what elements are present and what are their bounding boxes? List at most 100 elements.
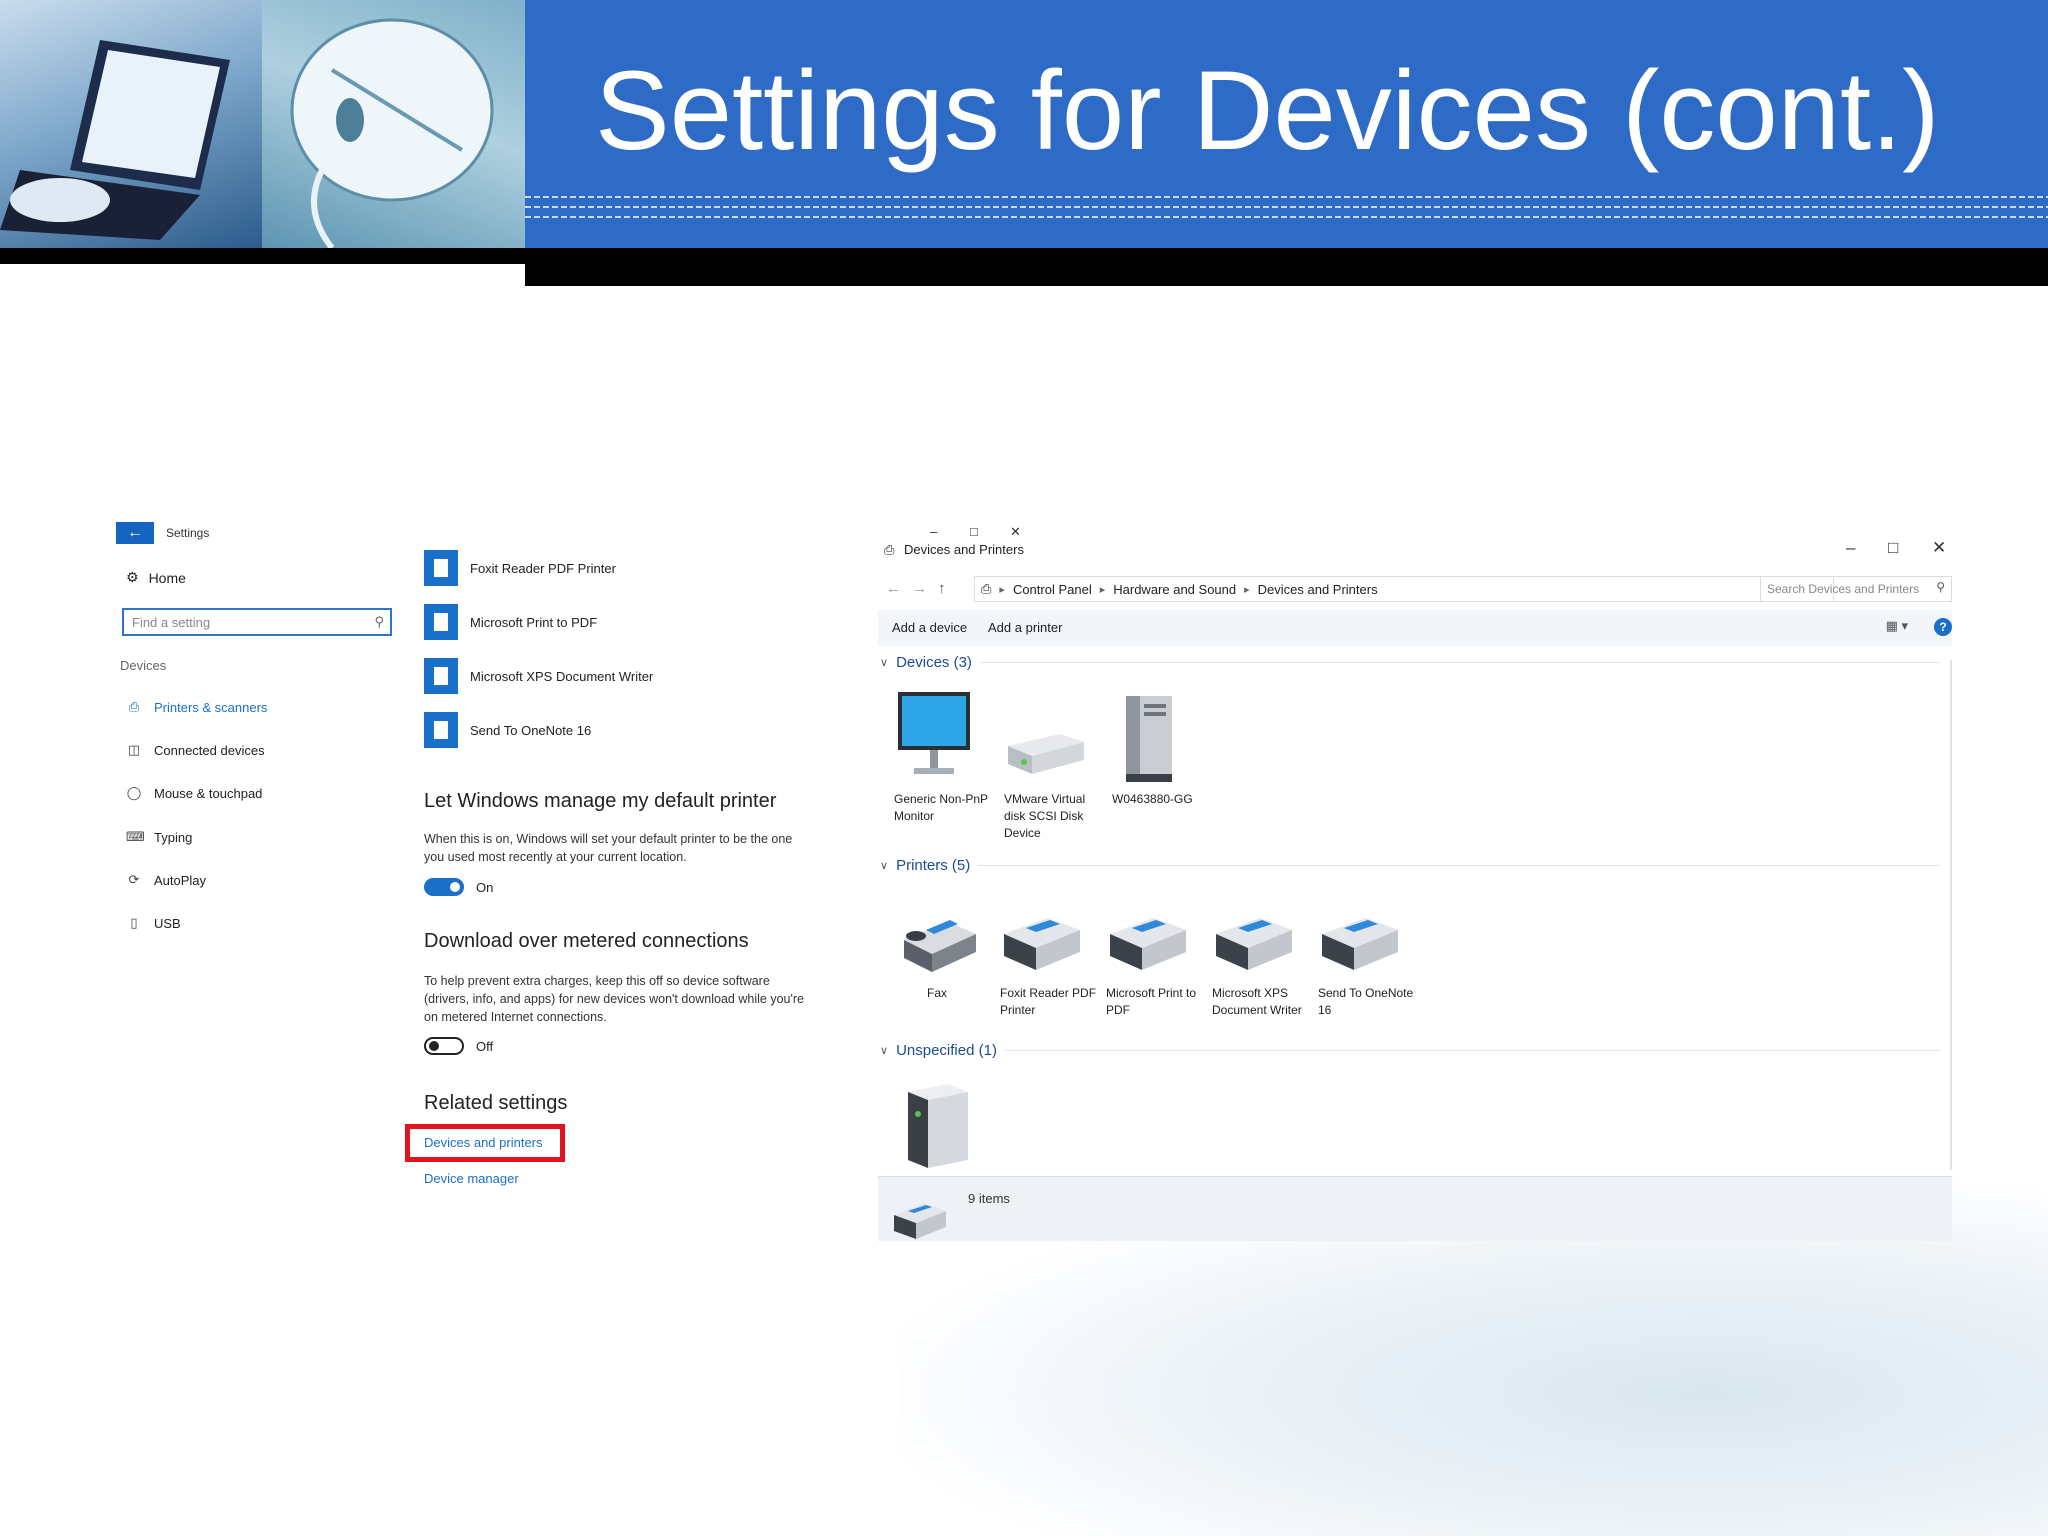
settings-app-title: Settings [166, 526, 210, 540]
devices-printers-icon: ⎙ [884, 542, 895, 557]
printer-item[interactable]: Microsoft Print to PDF [1106, 900, 1206, 1019]
search-icon: ⚲ [1936, 580, 1945, 594]
control-panel-icon: ⎙ [981, 581, 992, 596]
breadcrumb-separator-icon: ▸ [1099, 583, 1106, 596]
printer-icon [1004, 918, 1080, 970]
computer-tower-icon [1126, 696, 1172, 782]
up-arrow-icon[interactable]: ↑ [938, 580, 946, 597]
nav-item-usb[interactable]: ▯ USB [126, 915, 181, 931]
toggle-switch[interactable] [424, 878, 464, 896]
related-settings-heading: Related settings [424, 1092, 568, 1114]
printer-icon [1216, 918, 1292, 970]
slide-title: Settings for Devices (cont.) [595, 48, 1940, 173]
printer-label: Foxit Reader PDF Printer [1000, 986, 1097, 1017]
printer-icon [1110, 918, 1186, 970]
maximize-icon[interactable]: □ [970, 524, 978, 539]
minimize-icon[interactable]: – [930, 524, 937, 539]
printer-item[interactable]: Foxit Reader PDF Printer [424, 550, 616, 586]
disk-drive-icon [1008, 734, 1084, 774]
document-icon [424, 604, 458, 640]
metered-heading: Download over metered connections [424, 930, 749, 952]
settings-search-input[interactable]: Find a setting ⚲ [122, 608, 392, 636]
breadcrumb-item[interactable]: Devices and Printers [1258, 582, 1378, 597]
nav-item-mouse-touchpad[interactable]: ◯ Mouse & touchpad [126, 785, 263, 801]
toggle-switch[interactable] [424, 1037, 464, 1055]
item-count: 9 items [968, 1191, 1010, 1206]
metered-toggle[interactable]: Off [424, 1037, 493, 1055]
nav-item-label: USB [154, 915, 181, 931]
back-arrow-icon[interactable]: ← [886, 580, 901, 597]
toggle-label: Off [476, 1038, 494, 1054]
back-button[interactable]: ← [116, 522, 154, 544]
chevron-down-icon: ∨ [880, 657, 889, 669]
laptop-photo [0, 0, 262, 248]
close-icon[interactable]: ✕ [1932, 538, 1946, 558]
group-title: Devices (3) [896, 654, 972, 671]
settings-window: ← Settings ⚙ Home Find a setting ⚲ Devic… [108, 512, 828, 1232]
printer-label: Microsoft Print to PDF [1106, 986, 1197, 1017]
device-item[interactable]: VMware Virtual disk SCSI Disk Device [1004, 690, 1104, 842]
nav-item-printers-scanners[interactable]: ⎙ Printers & scanners [126, 699, 268, 715]
gear-icon: ⚙ [126, 569, 139, 585]
printer-label: Send To OneNote 16 [1318, 986, 1414, 1017]
unspecified-item[interactable] [898, 1080, 998, 1177]
group-title: Unspecified (1) [896, 1042, 997, 1059]
printer-item[interactable]: Microsoft XPS Document Writer [1212, 900, 1312, 1019]
printer-icon [1322, 918, 1398, 970]
help-icon[interactable]: ? [1934, 618, 1952, 636]
printer-item[interactable]: Send To OneNote 16 [424, 712, 591, 748]
nav-section-devices: Devices [120, 658, 167, 673]
keyboard-icon: ⌨ [126, 829, 145, 844]
device-label: W0463880-GG [1112, 792, 1193, 806]
printer-name: Send To OneNote 16 [470, 722, 592, 738]
printers-group-header[interactable]: ∨ Printers (5) [880, 857, 1940, 874]
maximize-icon[interactable]: □ [1888, 538, 1898, 558]
devices-group-header[interactable]: ∨ Devices (3) [880, 654, 1940, 671]
nav-item-typing[interactable]: ⌨ Typing [126, 829, 192, 845]
nav-item-label: AutoPlay [154, 872, 207, 888]
device-manager-link[interactable]: Device manager [424, 1171, 519, 1186]
devices-search-input[interactable]: Search Devices and Printers ⚲ [1760, 576, 1952, 602]
device-item[interactable]: Generic Non-PnP Monitor [894, 690, 994, 825]
printer-icon [424, 550, 458, 586]
add-device-button[interactable]: Add a device [892, 620, 967, 635]
search-placeholder: Find a setting [132, 615, 211, 630]
printer-name: Foxit Reader PDF Printer [470, 560, 616, 576]
breadcrumb-separator-icon: ▸ [999, 583, 1005, 596]
breadcrumb-item[interactable]: Control Panel [1013, 582, 1092, 597]
device-label: VMware Virtual disk SCSI Disk Device [1004, 792, 1086, 840]
toggle-label: On [476, 879, 494, 895]
nav-home-label: Home [148, 569, 186, 586]
printer-item[interactable]: Foxit Reader PDF Printer [1000, 900, 1100, 1019]
search-placeholder: Search Devices and Printers [1767, 582, 1920, 596]
nav-home[interactable]: ⚙ Home [126, 569, 186, 586]
address-bar[interactable]: ⎙ ▸ Control Panel ▸ Hardware and Sound ▸… [974, 576, 1834, 602]
add-printer-button[interactable]: Add a printer [988, 620, 1062, 635]
device-label: Generic Non-PnP Monitor [894, 792, 989, 823]
search-icon: ⚲ [374, 614, 384, 629]
printer-item[interactable]: Microsoft Print to PDF [424, 604, 597, 640]
address-row: ← → ↑ ⎙ ▸ Control Panel ▸ Hardware and S… [878, 574, 1952, 604]
scrollbar[interactable] [1950, 660, 1952, 1170]
nav-item-autoplay[interactable]: ⟳ AutoPlay [126, 872, 207, 888]
breadcrumb-item[interactable]: Hardware and Sound [1113, 582, 1236, 597]
view-options-icon[interactable]: ▦ ▾ [1886, 618, 1908, 634]
nav-item-connected-devices[interactable]: ◫ Connected devices [126, 742, 265, 758]
printer-name: Microsoft XPS Document Writer [470, 668, 654, 684]
header-underline-right [525, 248, 2048, 286]
mouse-icon: ◯ [126, 785, 142, 800]
printer-item[interactable]: Fax [894, 900, 980, 1002]
nav-item-label: Connected devices [154, 742, 265, 758]
chevron-down-icon: ∨ [880, 1045, 889, 1057]
printer-name: Microsoft Print to PDF [470, 614, 598, 630]
unspecified-group-header[interactable]: ∨ Unspecified (1) [880, 1042, 1940, 1059]
forward-arrow-icon[interactable]: → [912, 580, 927, 597]
minimize-icon[interactable]: – [1846, 538, 1855, 558]
printer-item[interactable]: Send To OneNote 16 [1318, 900, 1418, 1019]
close-icon[interactable]: ✕ [1010, 524, 1021, 540]
header-photo-strip [0, 0, 525, 248]
default-printer-toggle[interactable]: On [424, 878, 493, 896]
chevron-down-icon: ∨ [880, 860, 889, 872]
device-item[interactable]: W0463880-GG [1112, 690, 1212, 808]
printer-item[interactable]: Microsoft XPS Document Writer [424, 658, 653, 694]
